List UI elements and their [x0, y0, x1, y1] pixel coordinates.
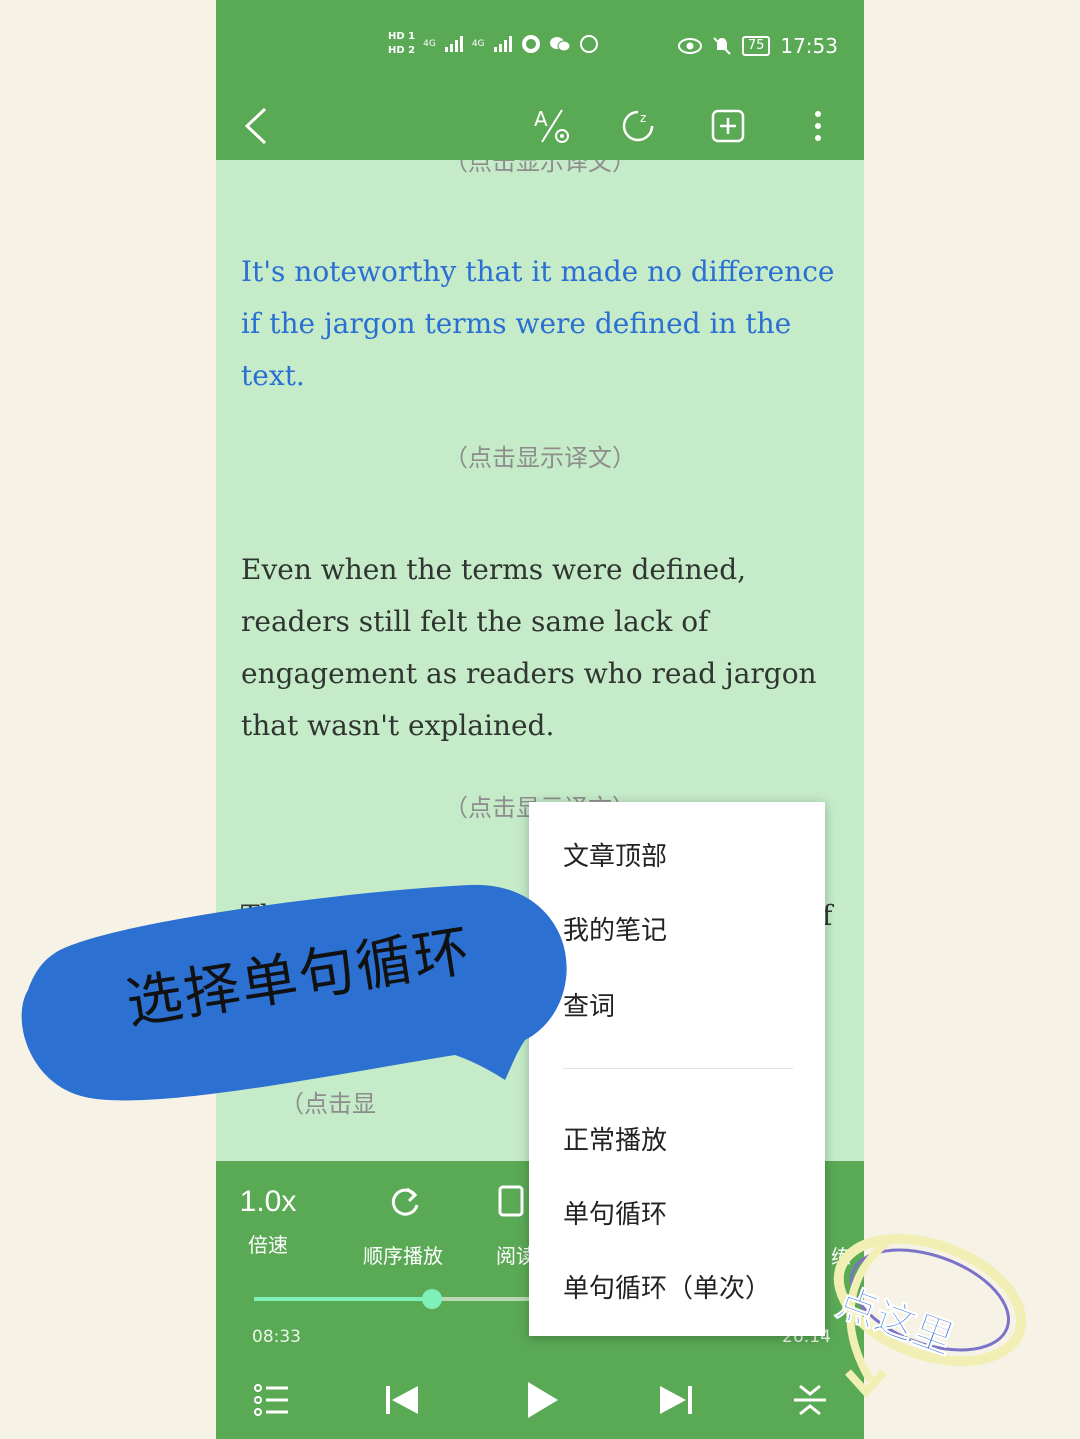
elapsed-time: 08:33 — [252, 1327, 301, 1347]
wechat-icon — [549, 37, 571, 52]
svg-text:A: A — [534, 107, 548, 131]
hd1-label: HD 1 — [388, 31, 416, 42]
signal-icon-2 — [493, 36, 512, 52]
playlist-icon[interactable] — [242, 1375, 302, 1425]
order-play-button[interactable]: 顺序播放 — [358, 1181, 448, 1269]
speed-label: 倍速 — [248, 1233, 288, 1257]
sleep-timer-icon[interactable]: z — [608, 92, 668, 160]
translate-icon[interactable]: A — [522, 92, 582, 160]
translation-hint[interactable]: （点击显示译文） — [216, 160, 864, 177]
play-icon[interactable] — [512, 1375, 572, 1425]
status-right: 75 17:53 — [677, 34, 838, 58]
eye-icon — [677, 38, 702, 54]
more-icon[interactable] — [788, 92, 848, 160]
hd-indicators: HD 1 HD 2 — [388, 30, 415, 58]
practice-label-partial: 练 — [831, 1245, 851, 1269]
context-menu: 文章顶部 我的笔记 查词 正常播放 单句循环 单句循环（单次） — [529, 802, 825, 1336]
status-left: HD 1 HD 2 4G 4G — [388, 30, 599, 58]
menu-item-single-loop-once[interactable]: 单句循环（单次） — [563, 1268, 771, 1305]
speed-value: 1.0x — [239, 1185, 297, 1218]
status-bar: HD 1 HD 2 4G 4G 75 17:53 — [216, 0, 864, 92]
order-play-label: 顺序播放 — [363, 1244, 443, 1268]
menu-item-normal-play[interactable]: 正常播放 — [563, 1120, 667, 1157]
app-notification-icon — [521, 35, 540, 53]
menu-item-lookup-word[interactable]: 查词 — [563, 986, 615, 1023]
signal-icon — [444, 36, 463, 52]
svg-text:z: z — [640, 111, 646, 125]
next-icon[interactable] — [646, 1375, 706, 1425]
top-toolbar: A z — [216, 92, 864, 160]
menu-item-single-loop[interactable]: 单句循环 — [563, 1194, 667, 1231]
menu-item-my-notes[interactable]: 我的笔记 — [563, 910, 667, 947]
speed-button[interactable]: 1.0x 倍速 — [238, 1185, 298, 1258]
hd2-label: HD 2 — [388, 45, 416, 56]
clock: 17:53 — [780, 34, 838, 58]
menu-item-article-top[interactable]: 文章顶部 — [563, 836, 667, 873]
previous-icon[interactable] — [372, 1375, 432, 1425]
menu-divider — [563, 1068, 793, 1069]
collapse-icon[interactable] — [780, 1375, 840, 1425]
battery-indicator: 75 — [741, 36, 771, 56]
progress-knob[interactable] — [422, 1289, 443, 1309]
sentence[interactable]: Even when the terms were defined, reader… — [241, 544, 841, 752]
sentence-highlighted[interactable]: It's noteworthy that it made no differen… — [241, 246, 841, 402]
repeat-icon — [391, 1187, 419, 1216]
loading-circle-icon — [579, 35, 598, 53]
progress-fill — [254, 1297, 433, 1301]
sentence-partial-right: f — [822, 899, 833, 932]
network-label-1: 4G — [423, 39, 436, 49]
network-label-2: 4G — [471, 39, 485, 49]
translation-hint[interactable]: （点击显示译文） — [216, 438, 864, 473]
back-icon[interactable] — [226, 92, 286, 160]
mute-bell-icon — [713, 37, 731, 55]
add-icon[interactable] — [698, 92, 758, 160]
